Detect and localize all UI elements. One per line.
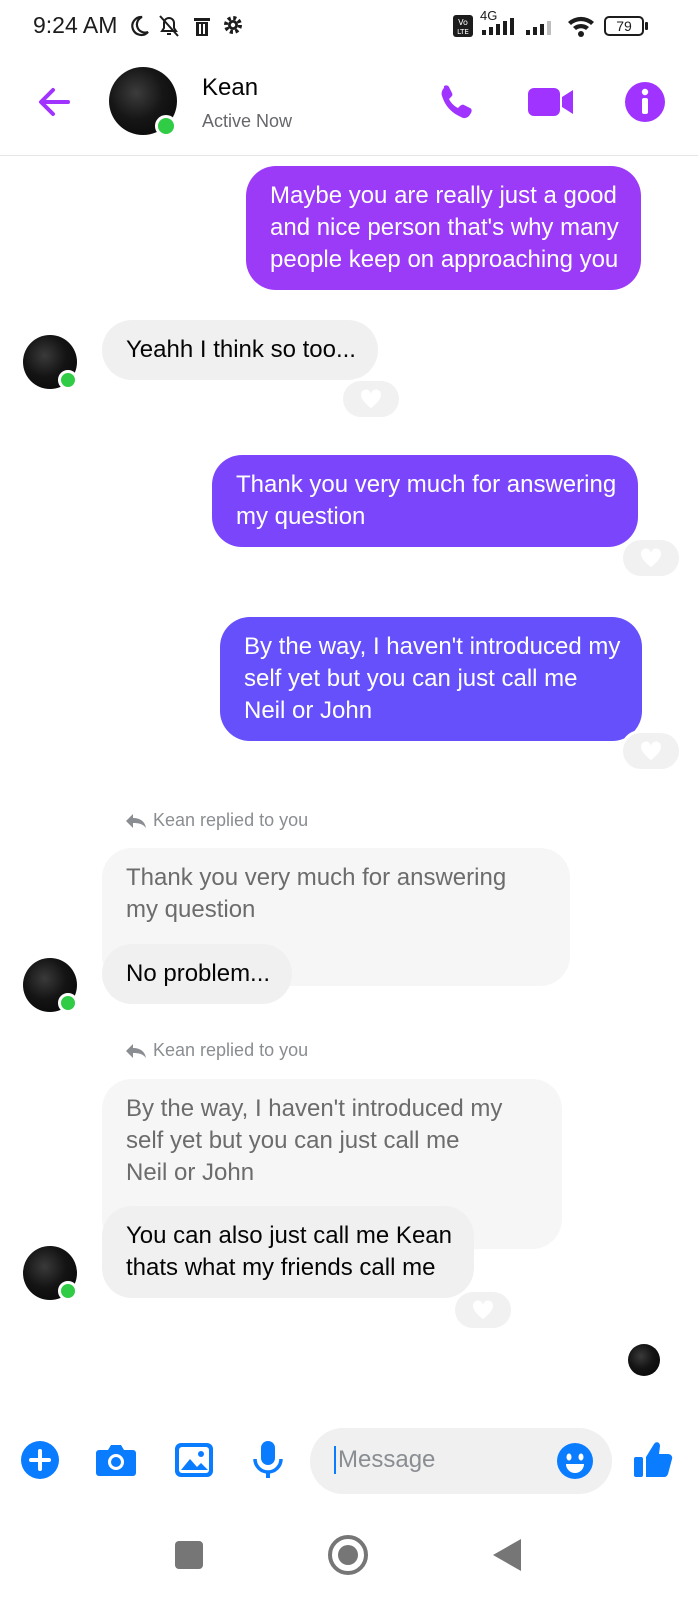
reply-label: Kean replied to you xyxy=(125,1040,308,1061)
wifi-icon xyxy=(568,16,594,37)
reply-label-text: Kean replied to you xyxy=(153,1040,309,1060)
home-circle-icon[interactable] xyxy=(327,1534,369,1576)
battery-icon: 79 xyxy=(604,16,644,36)
microphone-button[interactable] xyxy=(246,1438,290,1482)
outgoing-message-bubble[interactable]: Thank you very much for answering my que… xyxy=(212,455,639,547)
seen-avatar xyxy=(628,1344,660,1376)
quoted-line: self yet but you can just call me xyxy=(126,1127,460,1154)
contact-status: Active Now xyxy=(202,111,293,131)
gallery-button[interactable] xyxy=(172,1438,216,1482)
quoted-line: Thank you very much for answering xyxy=(126,864,507,891)
message-line: Maybe you are really just a good xyxy=(270,182,617,209)
heart-icon xyxy=(640,741,662,760)
message-line: and nice person that's why many xyxy=(270,214,619,241)
emoji-button[interactable] xyxy=(556,1442,594,1480)
reply-arrow-icon xyxy=(126,813,146,828)
contact-name[interactable]: Kean xyxy=(202,74,258,102)
camera-icon xyxy=(96,1445,136,1476)
heart-icon xyxy=(472,1300,494,1319)
quoted-line: my question xyxy=(126,896,256,923)
message-line: Yeahh I think so too... xyxy=(126,336,356,363)
signal-icon xyxy=(482,18,514,35)
message-line: No problem... xyxy=(126,960,271,987)
heart-reaction[interactable] xyxy=(452,1289,514,1331)
back-arrow-icon[interactable] xyxy=(34,82,74,122)
signal-icon-2 xyxy=(526,21,551,35)
outgoing-message-bubble[interactable]: By the way, I haven't introduced my self… xyxy=(220,617,643,741)
moon-icon xyxy=(131,15,149,37)
reply-label: Kean replied to you xyxy=(125,810,308,831)
heart-reaction[interactable] xyxy=(340,378,402,420)
camera-button[interactable] xyxy=(94,1438,138,1482)
heart-reaction[interactable] xyxy=(620,537,682,579)
quoted-line: By the way, I haven't introduced my xyxy=(126,1095,503,1122)
phone-icon[interactable] xyxy=(435,80,479,124)
online-indicator xyxy=(155,115,177,137)
system-nav-bar xyxy=(0,1510,698,1600)
volte-icon: Vo LTE xyxy=(453,15,473,37)
message-input[interactable] xyxy=(334,1446,534,1474)
trash-icon xyxy=(194,18,210,36)
online-indicator xyxy=(58,370,78,390)
thumbs-up-icon xyxy=(634,1442,673,1477)
gear-icon xyxy=(224,16,242,34)
message-line: people keep on approaching you xyxy=(270,246,619,273)
battery-tip xyxy=(645,22,648,30)
incoming-message-bubble[interactable]: No problem... xyxy=(102,944,293,1004)
heart-icon xyxy=(360,389,382,408)
heart-reaction[interactable] xyxy=(620,730,682,772)
recents-square-icon[interactable] xyxy=(174,1540,204,1570)
message-line: self yet but you can just call me xyxy=(244,665,578,692)
battery-level: 79 xyxy=(616,18,632,34)
message-pill xyxy=(310,1428,612,1494)
message-line: You can also just call me Kean xyxy=(126,1222,452,1249)
conversation-header: Kean Active Now xyxy=(0,52,698,156)
back-triangle-icon[interactable] xyxy=(491,1537,523,1573)
bell-off-icon xyxy=(159,15,179,37)
emoji-icon xyxy=(557,1443,593,1479)
message-line: thats what my friends call me xyxy=(126,1254,436,1281)
reply-label-text: Kean replied to you xyxy=(153,810,309,830)
reply-arrow-icon xyxy=(126,1043,146,1058)
heart-icon xyxy=(640,548,662,567)
svg-text:Vo: Vo xyxy=(458,18,468,27)
image-icon xyxy=(175,1443,213,1477)
status-time: 9:24 AM xyxy=(33,12,118,38)
incoming-message-bubble[interactable]: You can also just call me Kean thats wha… xyxy=(102,1206,474,1298)
plus-button[interactable] xyxy=(18,1438,62,1482)
message-line: Thank you very much for answering xyxy=(236,471,617,498)
like-button[interactable] xyxy=(630,1438,676,1482)
quoted-line: Neil or John xyxy=(126,1159,255,1186)
incoming-message-bubble[interactable]: Yeahh I think so too... xyxy=(102,320,378,380)
message-line: my question xyxy=(236,503,366,530)
info-icon[interactable] xyxy=(623,80,667,124)
plus-icon xyxy=(21,1441,59,1479)
online-indicator xyxy=(58,993,78,1013)
microphone-icon xyxy=(253,1441,283,1478)
outgoing-message-bubble[interactable]: Maybe you are really just a good and nic… xyxy=(246,166,641,290)
message-line: Neil or John xyxy=(244,697,373,724)
status-bar: 9:24 AM Vo LTE 4G 79 xyxy=(0,0,698,52)
svg-text:LTE: LTE xyxy=(457,28,469,36)
video-icon[interactable] xyxy=(527,80,575,124)
message-composer xyxy=(0,1420,698,1502)
message-line: By the way, I haven't introduced my xyxy=(244,633,621,660)
online-indicator xyxy=(58,1281,78,1301)
